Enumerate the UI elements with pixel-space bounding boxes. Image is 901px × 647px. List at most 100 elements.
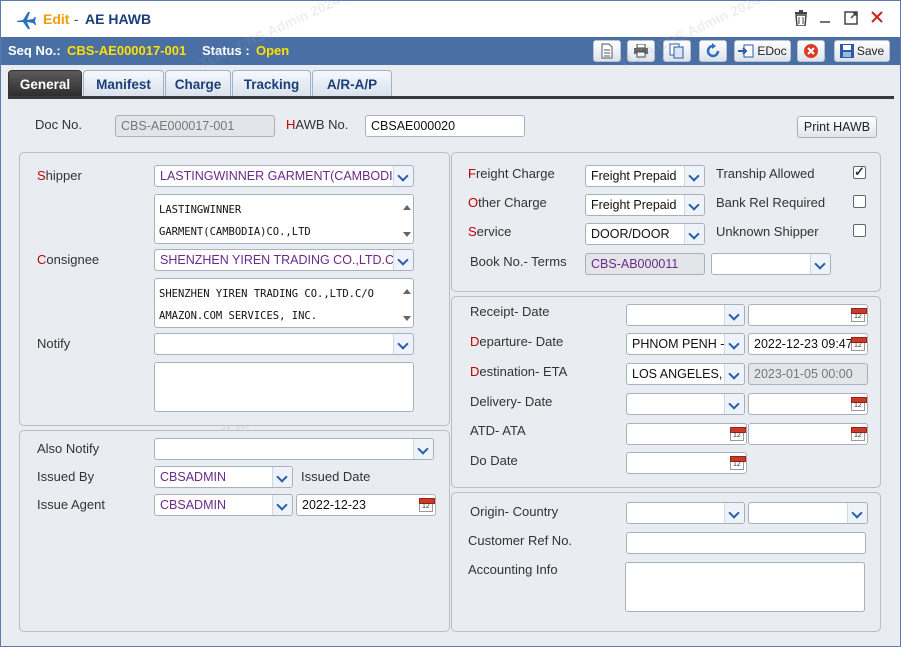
chevron-down-icon[interactable] (272, 495, 292, 515)
copy-button[interactable] (663, 40, 691, 62)
calendar-icon[interactable] (730, 456, 746, 470)
issue-panel (19, 430, 450, 632)
tab-ar-ap[interactable]: A/R-A/P (312, 70, 392, 97)
departure-place-select[interactable]: PHNOM PENH - (626, 333, 745, 355)
save-button[interactable]: Save (834, 40, 890, 62)
chevron-down-icon[interactable] (810, 254, 830, 274)
origin-country-label: Origin- Country (470, 504, 559, 519)
chevron-down-icon[interactable] (413, 439, 433, 459)
other-charge-select[interactable]: Freight Prepaid (585, 194, 705, 216)
doc-no-label: Doc No. (35, 117, 82, 132)
shipper-value: LASTINGWINNER GARMENT(CAMBODIA (160, 169, 401, 183)
atd-input[interactable] (626, 423, 747, 445)
ata-input[interactable] (748, 423, 868, 445)
issue-agent-select[interactable]: CBSADMIN (154, 494, 293, 516)
hawb-edit-window: Edit - AE HAWB Seq No.: CBS-AE000017-001… (0, 0, 901, 647)
destination-place-select[interactable]: LOS ANGELES, C (626, 363, 745, 385)
chevron-down-icon[interactable] (393, 334, 413, 354)
tranship-allowed-checkbox[interactable] (853, 164, 866, 180)
minimize-icon[interactable] (816, 10, 834, 28)
consignee-select[interactable]: SHENZHEN YIREN TRADING CO.,LTD.C/O (154, 249, 414, 271)
delivery-date-input[interactable] (748, 393, 868, 415)
service-select[interactable]: DOOR/DOOR (585, 223, 705, 245)
tab-tracking[interactable]: Tracking (232, 70, 311, 97)
freight-charge-select[interactable]: Freight Prepaid (585, 165, 705, 187)
bank-rel-required-checkbox[interactable] (853, 195, 866, 208)
terms-select[interactable] (711, 253, 831, 275)
also-notify-label: Also Notify (37, 441, 100, 456)
chevron-down-icon[interactable] (393, 250, 413, 270)
do-date-label: Do Date (470, 453, 518, 468)
do-date-input[interactable] (626, 452, 747, 474)
calendar-icon[interactable] (851, 337, 867, 351)
issued-date-input[interactable]: 2022-12-23 (296, 494, 436, 516)
shipper-label: Shipper (37, 168, 82, 183)
chevron-down-icon[interactable] (684, 224, 704, 244)
unknown-shipper-checkbox[interactable] (853, 224, 866, 237)
print-hawb-button[interactable]: Print HAWB (797, 116, 877, 138)
chevron-down-icon[interactable] (684, 195, 704, 215)
document-button[interactable] (593, 40, 621, 62)
shipper-select[interactable]: LASTINGWINNER GARMENT(CAMBODIA (154, 165, 414, 187)
consignee-address-line: SHENZHEN YIREN TRADING CO.,LTD.C/O (159, 288, 374, 300)
shipper-address-line: GARMENT(CAMBODIA)CO.,LTD (159, 226, 311, 238)
scrollbar[interactable] (401, 199, 411, 239)
chevron-down-icon[interactable] (724, 503, 744, 523)
close-icon[interactable] (868, 10, 886, 28)
country-select[interactable] (748, 502, 868, 524)
calendar-icon[interactable] (730, 427, 746, 441)
tab-underline (8, 96, 894, 99)
cancel-button[interactable] (797, 40, 825, 62)
chevron-down-icon[interactable] (272, 467, 292, 487)
notify-address-textarea[interactable] (154, 362, 414, 412)
chevron-down-icon[interactable] (724, 334, 744, 354)
departure-date-input[interactable]: 2022-12-23 09:47 (748, 333, 868, 355)
consignee-value: SHENZHEN YIREN TRADING CO.,LTD.C/O (160, 253, 408, 267)
receipt-place-select[interactable] (626, 304, 745, 326)
chevron-down-icon[interactable] (393, 166, 413, 186)
chevron-down-icon[interactable] (724, 364, 744, 384)
status-value: Open (256, 43, 290, 58)
other-charge-label: Other Charge (468, 195, 547, 210)
calendar-icon[interactable] (851, 308, 867, 322)
save-label: Save (856, 44, 885, 58)
chevron-down-icon[interactable] (847, 503, 867, 523)
delivery-place-select[interactable] (626, 393, 745, 415)
notify-select[interactable] (154, 333, 414, 355)
edit-mode-label: Edit (43, 11, 70, 27)
print-button[interactable] (627, 40, 655, 62)
refresh-icon (706, 43, 720, 58)
accounting-info-textarea[interactable] (625, 562, 865, 612)
origin-select[interactable] (626, 502, 745, 524)
floppy-disk-icon (839, 44, 854, 58)
delivery-date-label: Delivery- Date (470, 394, 553, 409)
title-bar: Edit - AE HAWB (1, 1, 900, 37)
refresh-button[interactable] (699, 40, 727, 62)
hawb-no-label: HAWB No. (286, 117, 349, 132)
destination-eta-field: 2023-01-05 00:00 (748, 363, 868, 385)
consignee-address-line: AMAZON.COM SERVICES, INC. (159, 310, 318, 322)
also-notify-select[interactable] (154, 438, 434, 460)
calendar-icon[interactable] (851, 397, 867, 411)
issued-by-select[interactable]: CBSADMIN (154, 466, 293, 488)
tab-charge[interactable]: Charge (165, 70, 231, 97)
issue-agent-label: Issue Agent (37, 497, 105, 512)
receipt-date-input[interactable] (748, 304, 868, 326)
shipper-address-textarea[interactable]: LASTINGWINNER GARMENT(CAMBODIA)CO.,LTD (154, 194, 414, 244)
chevron-down-icon[interactable] (724, 305, 744, 325)
hawb-no-input[interactable]: CBSAE000020 (365, 115, 525, 137)
chevron-down-icon[interactable] (724, 394, 744, 414)
calendar-icon[interactable] (851, 427, 867, 441)
edoc-button[interactable]: EDoc (734, 40, 791, 62)
tab-manifest[interactable]: Manifest (83, 70, 164, 97)
seq-no-value: CBS-AE000017-001 (67, 43, 187, 58)
tab-general[interactable]: General (8, 70, 82, 97)
calendar-icon[interactable] (419, 498, 435, 512)
consignee-address-textarea[interactable]: SHENZHEN YIREN TRADING CO.,LTD.C/O AMAZO… (154, 278, 414, 328)
trash-icon[interactable] (792, 10, 810, 28)
edoc-icon (738, 44, 754, 58)
chevron-down-icon[interactable] (684, 166, 704, 186)
customer-ref-input[interactable] (626, 532, 866, 554)
maximize-icon[interactable] (842, 10, 860, 28)
scrollbar[interactable] (401, 283, 411, 323)
